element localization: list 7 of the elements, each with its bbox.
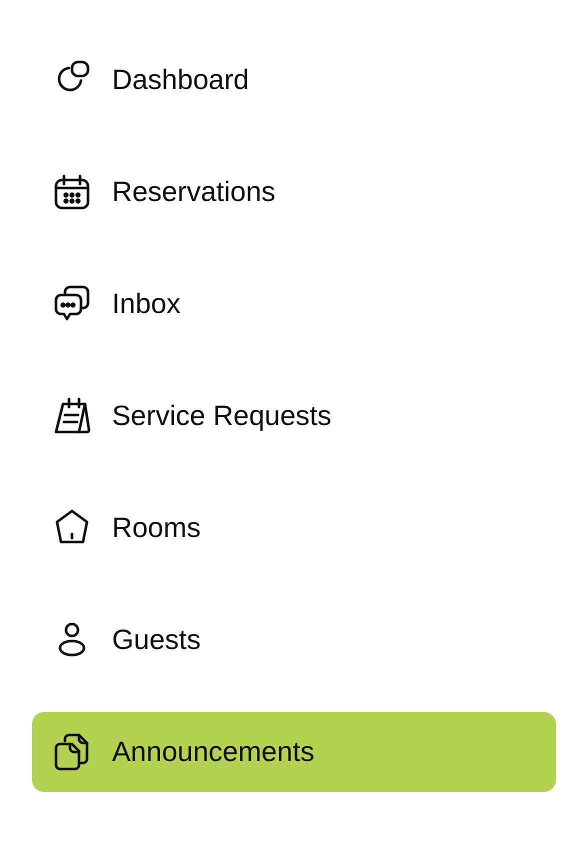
sidebar-item[interactable]: Announcements xyxy=(32,712,556,792)
sidebar-item[interactable]: Reservations xyxy=(32,152,556,232)
sidebar-item[interactable]: Rooms xyxy=(32,488,556,568)
sidebar-item[interactable]: Guests xyxy=(32,600,556,680)
sidebar-item[interactable]: Inbox xyxy=(32,264,556,344)
sidebar-item[interactable]: Service Requests xyxy=(32,376,556,456)
sidebar-item[interactable]: Dashboard xyxy=(32,40,556,120)
